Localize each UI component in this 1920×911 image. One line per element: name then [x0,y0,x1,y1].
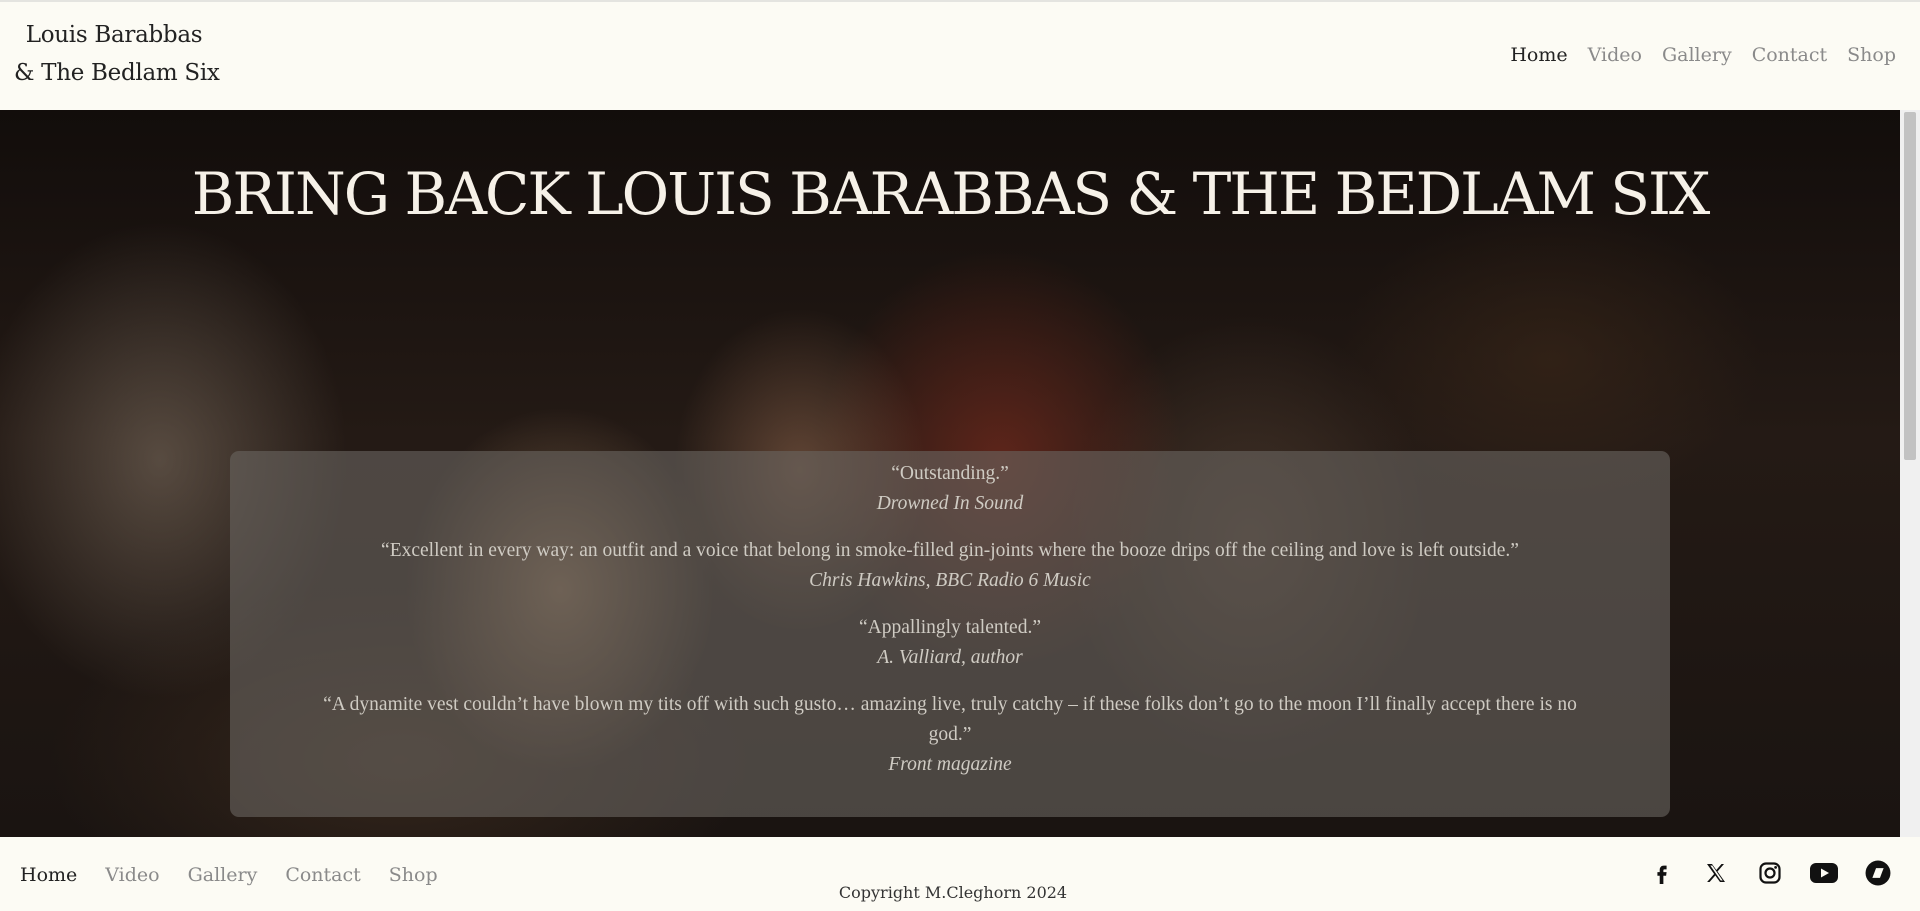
nav-video[interactable]: Video [1588,44,1642,66]
x-icon[interactable] [1702,859,1730,887]
quote-text: “Outstanding.” [891,463,1009,484]
quote-text: “Excellent in every way: an outfit and a… [381,540,1519,561]
site-title-line-1[interactable]: Louis Barabbas [14,16,214,54]
press-quote: “A dynamite vest couldn’t have blown my … [230,690,1670,780]
nav-home[interactable]: Home [1510,44,1567,66]
site-footer: Home Video Gallery Contact Shop Copyrigh… [0,837,1920,911]
facebook-icon[interactable] [1648,859,1676,887]
press-quotes-panel: “Outstanding.” Drowned In Sound “Excelle… [230,451,1670,817]
hero-title: BRING BACK LOUIS BARABBAS & THE BEDLAM S… [191,160,1711,228]
instagram-icon[interactable] [1756,859,1784,887]
quote-source: Chris Hawkins, BBC Radio 6 Music [809,570,1091,591]
nav-gallery[interactable]: Gallery [1662,44,1732,66]
quote-text: “Appallingly talented.” [859,617,1041,638]
scrollbar-thumb[interactable] [1904,112,1916,460]
copyright-text: Copyright M.Cleghorn 2024 [838,883,1068,902]
site-title-line-2[interactable]: & The Bedlam Six [14,54,220,92]
page-scrollbar[interactable] [1900,110,1920,837]
site-title[interactable]: Louis Barabbas & The Bedlam Six [14,16,220,92]
quote-text: “A dynamite vest couldn’t have blown my … [323,694,1577,745]
site-header: Louis Barabbas & The Bedlam Six Home Vid… [0,0,1920,110]
bandcamp-icon[interactable] [1864,859,1892,887]
press-quote: “Appallingly talented.” A. Valliard, aut… [230,613,1670,673]
nav-contact[interactable]: Contact [1752,44,1827,66]
main-nav: Home Video Gallery Contact Shop [1510,44,1896,66]
press-quote: “Excellent in every way: an outfit and a… [230,536,1670,596]
hero-band-photo: BRING BACK LOUIS BARABBAS & THE BEDLAM S… [0,110,1900,837]
quote-source: Drowned In Sound [876,493,1024,514]
quote-source: Front magazine [888,754,1012,775]
quote-source: A. Valliard, author [877,647,1023,668]
press-quote: “Outstanding.” Drowned In Sound [230,459,1670,519]
social-links [1648,859,1892,887]
youtube-icon[interactable] [1810,859,1838,887]
nav-shop[interactable]: Shop [1847,44,1896,66]
